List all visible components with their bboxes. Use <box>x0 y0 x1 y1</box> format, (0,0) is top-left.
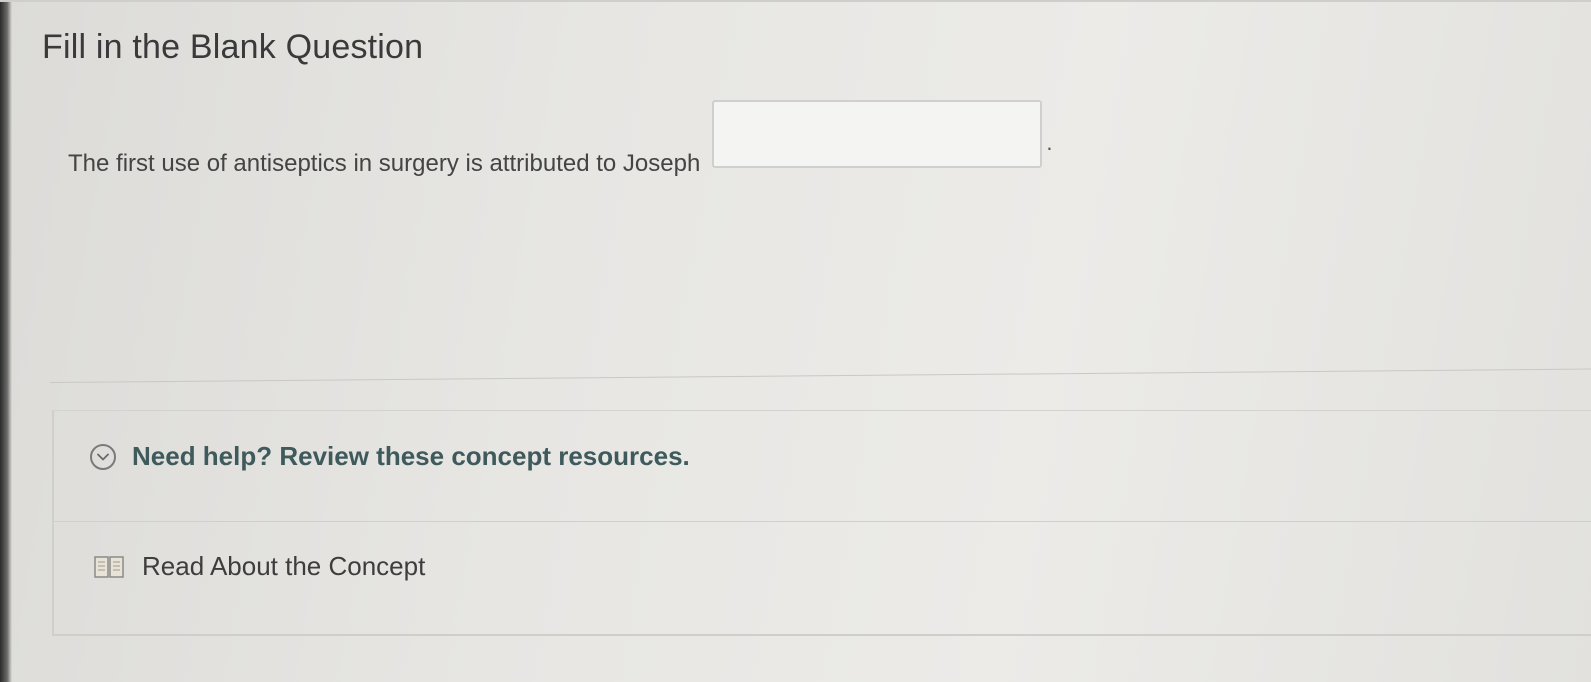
book-icon <box>94 555 124 579</box>
question-period: . <box>1046 130 1053 155</box>
question-text: The first use of antiseptics in surgery … <box>68 150 701 177</box>
chevron-down-circle-icon <box>90 443 116 470</box>
read-about-concept-label: Read About the Concept <box>142 551 426 581</box>
resource-row-divider <box>54 521 1591 522</box>
need-help-label: Need help? Review these concept resource… <box>132 441 690 471</box>
screen-edge <box>0 0 12 682</box>
question-prompt: The first use of antiseptics in surgery … <box>68 100 1053 178</box>
top-divider <box>0 0 1591 2</box>
need-help-toggle[interactable]: Need help? Review these concept resource… <box>90 441 690 472</box>
concept-resources-panel: Need help? Review these concept resource… <box>52 410 1591 636</box>
answer-blank-input[interactable] <box>712 100 1043 168</box>
read-about-concept-link[interactable]: Read About the Concept <box>94 551 425 582</box>
page-title: Fill in the Blank Question <box>42 28 424 66</box>
section-divider <box>50 368 1591 383</box>
